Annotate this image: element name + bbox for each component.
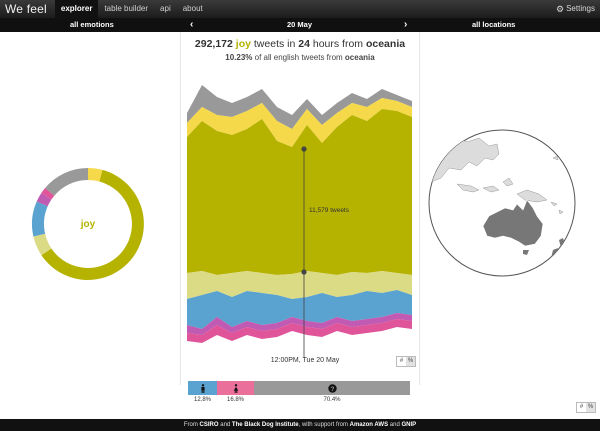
donut-center-label: joy bbox=[80, 219, 96, 230]
headline-emotion: joy bbox=[235, 38, 251, 50]
nav-about[interactable]: about bbox=[177, 0, 209, 18]
hover-tweet-count: 11,579 tweets bbox=[309, 207, 349, 214]
subline-place: oceania bbox=[344, 53, 375, 62]
footer-black-dog-link[interactable]: The Black Dog Institute bbox=[232, 422, 299, 428]
toggle-count[interactable]: # bbox=[397, 357, 406, 366]
top-navbar: We feel explorer table builder api about… bbox=[0, 0, 600, 18]
headline-place: oceania bbox=[365, 38, 406, 50]
footer: From CSIRO and The Black Dog Institute, … bbox=[0, 419, 600, 431]
emotion-filter[interactable]: all emotions bbox=[70, 18, 114, 32]
footer-text-and2: and bbox=[389, 422, 400, 428]
male-icon bbox=[200, 383, 205, 393]
chevron-left-icon[interactable]: ‹ bbox=[190, 18, 193, 32]
gender-female-percent: 16.8% bbox=[226, 397, 244, 403]
tweet-count: 292,172 bbox=[194, 38, 233, 50]
location-globe[interactable] bbox=[427, 128, 577, 278]
gender-female-segment[interactable] bbox=[217, 381, 254, 395]
count-percent-toggle[interactable]: # % bbox=[396, 356, 416, 367]
footer-aws-link[interactable]: Amazon AWS bbox=[350, 422, 388, 428]
footer-text-pre: From bbox=[183, 422, 198, 428]
gender-unknown-segment[interactable]: ? bbox=[254, 381, 410, 395]
settings-label: Settings bbox=[566, 4, 595, 13]
nav-table-builder[interactable]: table builder bbox=[98, 0, 154, 18]
emotion-streamgraph[interactable] bbox=[187, 85, 412, 357]
settings-button[interactable]: ⚙ Settings bbox=[556, 0, 595, 18]
filter-bar: all emotions ‹ 20 May › all locations bbox=[0, 18, 600, 32]
question-icon: ? bbox=[327, 383, 337, 393]
gear-icon: ⚙ bbox=[556, 4, 565, 14]
gender-unknown-percent: 70.4% bbox=[323, 397, 341, 403]
footer-gnip-link[interactable]: GNIP bbox=[401, 422, 416, 428]
headline-text-2: hours from bbox=[312, 38, 364, 50]
hover-dot-bottom bbox=[301, 269, 307, 275]
subheadline: 10.23% of all english tweets from oceani… bbox=[180, 53, 420, 62]
footer-text-and: and bbox=[220, 422, 231, 428]
brand-logo[interactable]: We feel bbox=[0, 2, 55, 16]
gender-male-percent: 12.8% bbox=[193, 397, 211, 403]
headline: 292,172 joy tweets in 24 hours from ocea… bbox=[180, 38, 420, 50]
subline-percent: 10.23% bbox=[225, 53, 253, 62]
headline-hours: 24 bbox=[298, 38, 310, 50]
location-filter[interactable]: all locations bbox=[472, 18, 515, 32]
map-count-percent-toggle[interactable]: # % bbox=[576, 402, 596, 413]
footer-text-mid: , with support from bbox=[298, 422, 348, 428]
gender-bar: ? bbox=[188, 381, 410, 395]
map-toggle-percent[interactable]: % bbox=[586, 403, 595, 412]
subline-text: of all english tweets from bbox=[254, 53, 343, 62]
headline-text-1: tweets in bbox=[253, 38, 296, 50]
date-filter[interactable]: 20 May bbox=[287, 18, 312, 32]
gender-male-segment[interactable] bbox=[188, 381, 217, 395]
footer-csiro-link[interactable]: CSIRO bbox=[200, 422, 219, 428]
female-icon bbox=[233, 383, 238, 393]
donut-segment-other[interactable] bbox=[45, 168, 88, 196]
toggle-percent[interactable]: % bbox=[406, 357, 415, 366]
hover-dot-top bbox=[301, 146, 307, 152]
svg-text:?: ? bbox=[330, 386, 334, 393]
nav-explorer[interactable]: explorer bbox=[54, 0, 99, 18]
hover-time-label: 12:00PM, Tue 20 May bbox=[270, 357, 340, 364]
chevron-right-icon[interactable]: › bbox=[404, 18, 407, 32]
map-toggle-count[interactable]: # bbox=[577, 403, 586, 412]
nav-api[interactable]: api bbox=[154, 0, 177, 18]
